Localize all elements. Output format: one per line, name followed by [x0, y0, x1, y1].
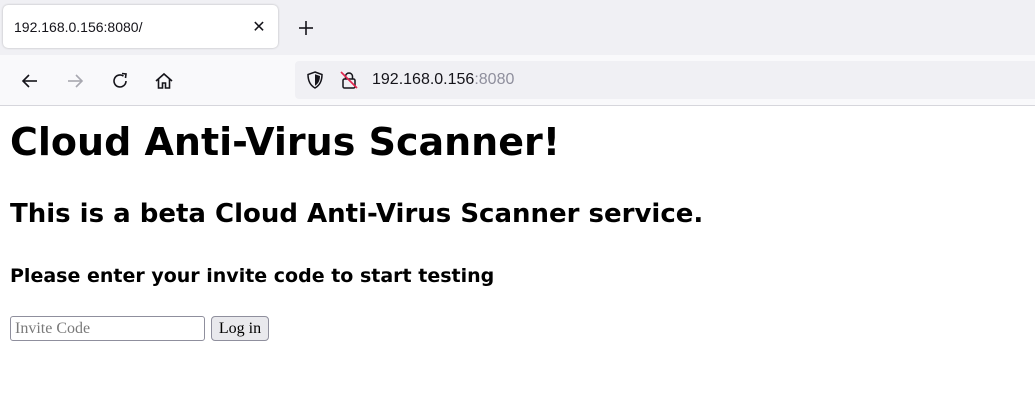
tab-bar: 192.168.0.156:8080/ ✕ [0, 0, 1035, 55]
forward-button[interactable] [61, 67, 89, 95]
forward-arrow-icon [68, 74, 84, 88]
home-icon [155, 72, 173, 89]
tab-title: 192.168.0.156:8080/ [14, 18, 143, 35]
url-bar[interactable]: 192.168.0.156:8080 [295, 61, 1035, 99]
reload-icon [113, 72, 127, 88]
invite-instructions: Please enter your invite code to start t… [10, 265, 495, 287]
insecure-lock-icon[interactable] [338, 69, 360, 91]
reload-button[interactable] [106, 67, 134, 95]
invite-code-input[interactable] [10, 316, 205, 341]
shield-icon[interactable] [304, 69, 326, 91]
url-port: :8080 [474, 71, 515, 88]
new-tab-button[interactable] [292, 14, 320, 42]
navigation-toolbar: 192.168.0.156:8080 [0, 55, 1035, 106]
close-icon[interactable]: ✕ [246, 14, 272, 40]
page-title: Cloud Anti-Virus Scanner! [10, 120, 561, 164]
url-host: 192.168.0.156 [372, 71, 475, 88]
plus-icon [299, 21, 313, 35]
login-button[interactable]: Log in [211, 316, 269, 341]
page-content: Cloud Anti-Virus Scanner! This is a beta… [0, 106, 1035, 400]
url-text[interactable]: 192.168.0.156:8080 [372, 70, 514, 90]
page-subtitle: This is a beta Cloud Anti-Virus Scanner … [10, 199, 704, 229]
browser-tab[interactable]: 192.168.0.156:8080/ ✕ [3, 5, 278, 48]
home-button[interactable] [150, 67, 178, 95]
back-arrow-icon [21, 74, 37, 88]
back-button[interactable] [16, 67, 44, 95]
